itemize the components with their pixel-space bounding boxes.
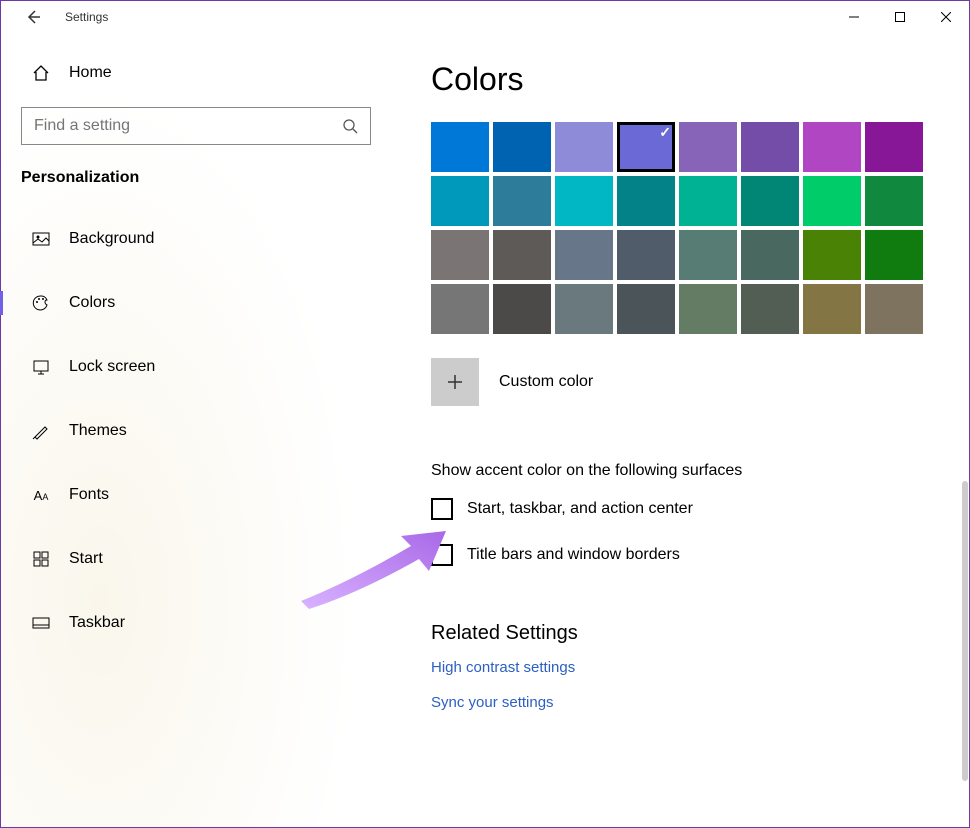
color-swatch[interactable] (741, 230, 799, 280)
color-swatch[interactable] (679, 122, 737, 172)
sidebar-item-label: Lock screen (69, 358, 155, 376)
home-label: Home (69, 64, 112, 82)
color-swatch[interactable] (865, 284, 923, 334)
scrollbar[interactable] (962, 481, 968, 781)
search-input[interactable] (21, 107, 371, 145)
palette-icon (31, 293, 51, 313)
sidebar-item-themes[interactable]: Themes (21, 407, 401, 455)
sidebar-item-fonts[interactable]: AA Fonts (21, 471, 401, 519)
sidebar-item-label: Taskbar (69, 614, 125, 632)
color-swatch[interactable] (617, 122, 675, 172)
related-heading: Related Settings (431, 622, 949, 645)
color-swatch[interactable] (431, 284, 489, 334)
checkbox-icon[interactable] (431, 498, 453, 520)
color-swatch-grid (431, 122, 949, 334)
search-icon (342, 118, 358, 134)
minimize-button[interactable] (831, 1, 877, 33)
sidebar-item-taskbar[interactable]: Taskbar (21, 599, 401, 647)
color-swatch[interactable] (803, 230, 861, 280)
color-swatch[interactable] (555, 284, 613, 334)
color-swatch[interactable] (617, 284, 675, 334)
color-swatch[interactable] (803, 176, 861, 226)
close-button[interactable] (923, 1, 969, 33)
color-swatch[interactable] (493, 230, 551, 280)
color-swatch[interactable] (741, 176, 799, 226)
sidebar-item-label: Themes (69, 422, 127, 440)
color-swatch[interactable] (555, 230, 613, 280)
picture-icon (31, 229, 51, 249)
category-title: Personalization (21, 169, 401, 187)
surfaces-heading: Show accent color on the following surfa… (431, 462, 949, 480)
color-swatch[interactable] (741, 284, 799, 334)
checkbox-start-taskbar[interactable]: Start, taskbar, and action center (431, 498, 949, 520)
link-high-contrast[interactable]: High contrast settings (431, 659, 949, 676)
maximize-button[interactable] (877, 1, 923, 33)
sidebar-item-lock-screen[interactable]: Lock screen (21, 343, 401, 391)
sidebar-item-start[interactable]: Start (21, 535, 401, 583)
search-field[interactable] (34, 117, 309, 135)
color-swatch[interactable] (865, 230, 923, 280)
custom-color-button[interactable] (431, 358, 479, 406)
color-swatch[interactable] (741, 122, 799, 172)
color-swatch[interactable] (431, 230, 489, 280)
checkbox-title-bars[interactable]: Title bars and window borders (431, 544, 949, 566)
color-swatch[interactable] (493, 122, 551, 172)
sidebar-item-label: Start (69, 550, 103, 568)
paint-icon (31, 421, 51, 441)
color-swatch[interactable] (865, 122, 923, 172)
color-swatch[interactable] (679, 230, 737, 280)
taskbar-icon (31, 613, 51, 633)
start-icon (31, 549, 51, 569)
color-swatch[interactable] (617, 230, 675, 280)
lock-screen-icon (31, 357, 51, 377)
color-swatch[interactable] (803, 284, 861, 334)
back-button[interactable] (17, 5, 49, 29)
sidebar-item-background[interactable]: Background (21, 215, 401, 263)
checkbox-icon[interactable] (431, 544, 453, 566)
color-swatch[interactable] (493, 284, 551, 334)
font-icon: AA (31, 485, 51, 505)
color-swatch[interactable] (555, 122, 613, 172)
window-title: Settings (65, 10, 108, 24)
custom-color-label: Custom color (499, 373, 593, 391)
color-swatch[interactable] (493, 176, 551, 226)
color-swatch[interactable] (803, 122, 861, 172)
home-icon (31, 63, 51, 83)
color-swatch[interactable] (679, 176, 737, 226)
page-title: Colors (431, 61, 949, 98)
checkbox-label: Start, taskbar, and action center (467, 500, 693, 518)
sidebar-item-label: Background (69, 230, 154, 248)
sidebar-item-colors[interactable]: Colors (21, 279, 401, 327)
link-sync-settings[interactable]: Sync your settings (431, 694, 949, 711)
sidebar-item-label: Colors (69, 294, 115, 312)
color-swatch[interactable] (555, 176, 613, 226)
home-nav[interactable]: Home (21, 51, 401, 95)
color-swatch[interactable] (679, 284, 737, 334)
color-swatch[interactable] (431, 176, 489, 226)
checkbox-label: Title bars and window borders (467, 546, 680, 564)
color-swatch[interactable] (865, 176, 923, 226)
color-swatch[interactable] (617, 176, 675, 226)
color-swatch[interactable] (431, 122, 489, 172)
sidebar-item-label: Fonts (69, 486, 109, 504)
